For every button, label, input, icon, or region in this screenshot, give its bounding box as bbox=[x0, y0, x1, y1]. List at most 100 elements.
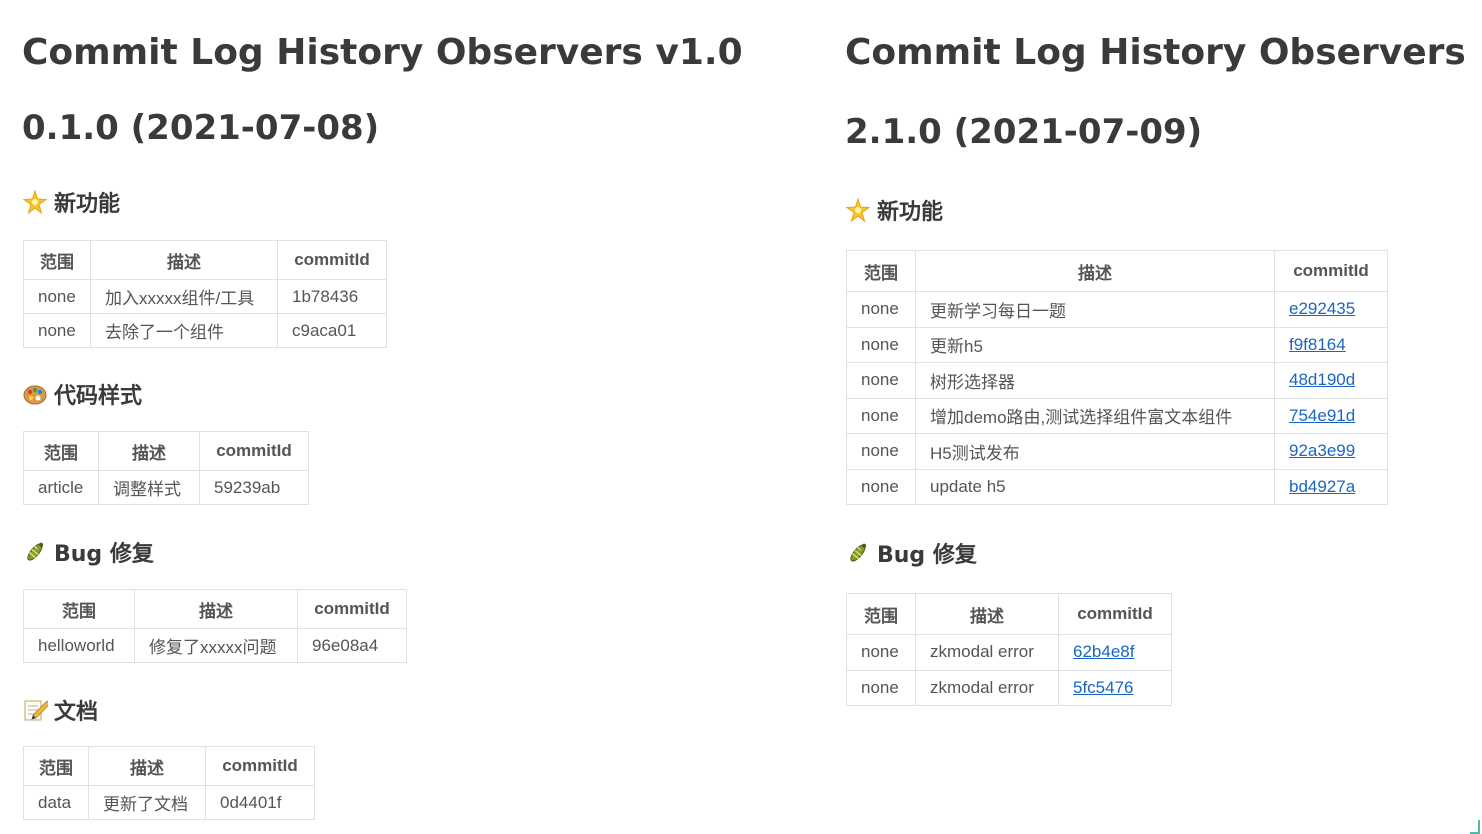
cell-commitid: 96e08a4 bbox=[297, 628, 407, 663]
column-header-scope: 范围 bbox=[846, 250, 916, 292]
column-header-description: 描述 bbox=[88, 746, 206, 786]
cell-scope: none bbox=[846, 326, 916, 363]
commit-link[interactable]: f9f8164 bbox=[1289, 335, 1346, 354]
cell-scope: helloworld bbox=[23, 628, 135, 663]
column-header-description: 描述 bbox=[915, 593, 1059, 635]
sparkle-star-icon bbox=[845, 197, 871, 223]
cell-description: H5测试发布 bbox=[915, 433, 1275, 470]
cell-description: 修复了xxxxx问题 bbox=[134, 628, 298, 663]
column-header-description: 描述 bbox=[915, 250, 1275, 292]
bug-fixes-table: 范围 描述 commitId helloworld 修复了xxxxx问题 96e… bbox=[23, 589, 407, 663]
table-row: none 更新学习每日一题 e292435 bbox=[846, 291, 1388, 328]
table-header-row: 范围 描述 commitId bbox=[23, 240, 387, 280]
cell-commitid: 48d190d bbox=[1274, 362, 1388, 399]
commit-link[interactable]: 62b4e8f bbox=[1073, 642, 1134, 661]
bug-fixes-table: 范围 描述 commitId none zkmodal error 62b4e8… bbox=[846, 593, 1172, 706]
section-title-text: Bug 修复 bbox=[877, 543, 977, 568]
table-row: none zkmodal error 5fc5476 bbox=[846, 669, 1172, 706]
table-row: none update h5 bd4927a bbox=[846, 468, 1388, 505]
right-changelog-panel: Commit Log History Observers 2.1.0 (2021… bbox=[845, 0, 1482, 834]
cell-description: zkmodal error bbox=[915, 669, 1059, 706]
cell-description: zkmodal error bbox=[915, 634, 1059, 671]
page-title: Commit Log History Observers v1.0 bbox=[22, 32, 743, 73]
column-header-description: 描述 bbox=[98, 431, 200, 471]
cell-commitid: bd4927a bbox=[1274, 468, 1388, 505]
cell-commitid: 754e91d bbox=[1274, 397, 1388, 434]
features-table: 范围 描述 commitId none 加入xxxxx组件/工具 1b78436… bbox=[23, 240, 387, 348]
table-row: none H5测试发布 92a3e99 bbox=[846, 433, 1388, 470]
version-heading: 0.1.0 (2021-07-08) bbox=[22, 108, 380, 148]
section-title-text: 新功能 bbox=[877, 200, 944, 225]
section-title-bug-fixes: Bug 修复 bbox=[22, 536, 154, 568]
cell-description: update h5 bbox=[915, 468, 1275, 505]
commit-link[interactable]: 754e91d bbox=[1289, 406, 1355, 425]
cell-description: 加入xxxxx组件/工具 bbox=[90, 279, 278, 314]
cell-scope: none bbox=[846, 433, 916, 470]
column-header-description: 描述 bbox=[134, 589, 298, 629]
column-header-description: 描述 bbox=[90, 240, 278, 280]
sparkle-star-icon bbox=[22, 189, 48, 215]
bug-icon bbox=[845, 540, 871, 566]
cell-scope: article bbox=[23, 470, 99, 505]
table-row: none 加入xxxxx组件/工具 1b78436 bbox=[23, 279, 387, 314]
cell-description: 调整样式 bbox=[98, 470, 200, 505]
cell-commitid: 0d4401f bbox=[205, 785, 315, 820]
section-title-text: 代码样式 bbox=[54, 384, 143, 409]
commit-link[interactable]: 5fc5476 bbox=[1073, 678, 1134, 697]
cell-commitid: 59239ab bbox=[199, 470, 309, 505]
table-row: data 更新了文档 0d4401f bbox=[23, 785, 315, 820]
features-table: 范围 描述 commitId none 更新学习每日一题 e292435 non… bbox=[846, 250, 1388, 505]
docs-table: 范围 描述 commitId data 更新了文档 0d4401f bbox=[23, 746, 315, 820]
commit-link[interactable]: 92a3e99 bbox=[1289, 441, 1355, 460]
column-header-commitid: commitId bbox=[297, 589, 407, 629]
section-title-features: 新功能 bbox=[845, 194, 943, 226]
bug-icon bbox=[22, 539, 48, 565]
section-title-bug-fixes: Bug 修复 bbox=[845, 537, 977, 569]
art-palette-icon bbox=[22, 381, 48, 407]
section-title-text: 新功能 bbox=[54, 192, 121, 217]
cell-scope: none bbox=[846, 468, 916, 505]
cell-scope: none bbox=[23, 313, 91, 348]
table-row: none zkmodal error 62b4e8f bbox=[846, 634, 1172, 671]
column-header-scope: 范围 bbox=[23, 431, 99, 471]
commit-link[interactable]: e292435 bbox=[1289, 299, 1355, 318]
code-style-table: 范围 描述 commitId article 调整样式 59239ab bbox=[23, 431, 309, 505]
page-title: Commit Log History Observers bbox=[845, 32, 1466, 73]
cell-description: 更新学习每日一题 bbox=[915, 291, 1275, 328]
table-row: none 树形选择器 48d190d bbox=[846, 362, 1388, 399]
cell-description: 去除了一个组件 bbox=[90, 313, 278, 348]
cell-commitid: 62b4e8f bbox=[1058, 634, 1172, 671]
section-title-docs: 文档 bbox=[22, 694, 98, 726]
cell-scope: data bbox=[23, 785, 89, 820]
table-header-row: 范围 描述 commitId bbox=[846, 250, 1388, 292]
cell-scope: none bbox=[846, 634, 916, 671]
column-header-scope: 范围 bbox=[846, 593, 916, 635]
cell-scope: none bbox=[846, 669, 916, 706]
cell-description: 更新h5 bbox=[915, 326, 1275, 363]
column-header-scope: 范围 bbox=[23, 746, 89, 786]
cell-scope: none bbox=[846, 397, 916, 434]
table-row: helloworld 修复了xxxxx问题 96e08a4 bbox=[23, 628, 407, 663]
cell-description: 更新了文档 bbox=[88, 785, 206, 820]
cell-commitid: c9aca01 bbox=[277, 313, 387, 348]
column-header-commitid: commitId bbox=[205, 746, 315, 786]
cell-commitid: e292435 bbox=[1274, 291, 1388, 328]
table-header-row: 范围 描述 commitId bbox=[846, 593, 1172, 635]
table-row: none 去除了一个组件 c9aca01 bbox=[23, 313, 387, 348]
version-heading: 2.1.0 (2021-07-09) bbox=[845, 112, 1203, 152]
cell-commitid: 5fc5476 bbox=[1058, 669, 1172, 706]
cell-commitid: f9f8164 bbox=[1274, 326, 1388, 363]
commit-link[interactable]: 48d190d bbox=[1289, 370, 1355, 389]
column-header-scope: 范围 bbox=[23, 589, 135, 629]
corner-resize-icon bbox=[1470, 820, 1480, 834]
memo-pencil-icon bbox=[22, 697, 51, 723]
cell-scope: none bbox=[846, 362, 916, 399]
cell-commitid: 92a3e99 bbox=[1274, 433, 1388, 470]
section-title-code-style: 代码样式 bbox=[22, 378, 142, 410]
table-header-row: 范围 描述 commitId bbox=[23, 746, 315, 786]
cell-commitid: 1b78436 bbox=[277, 279, 387, 314]
section-title-text: Bug 修复 bbox=[54, 542, 154, 567]
cell-description: 树形选择器 bbox=[915, 362, 1275, 399]
table-header-row: 范围 描述 commitId bbox=[23, 589, 407, 629]
commit-link[interactable]: bd4927a bbox=[1289, 477, 1355, 496]
